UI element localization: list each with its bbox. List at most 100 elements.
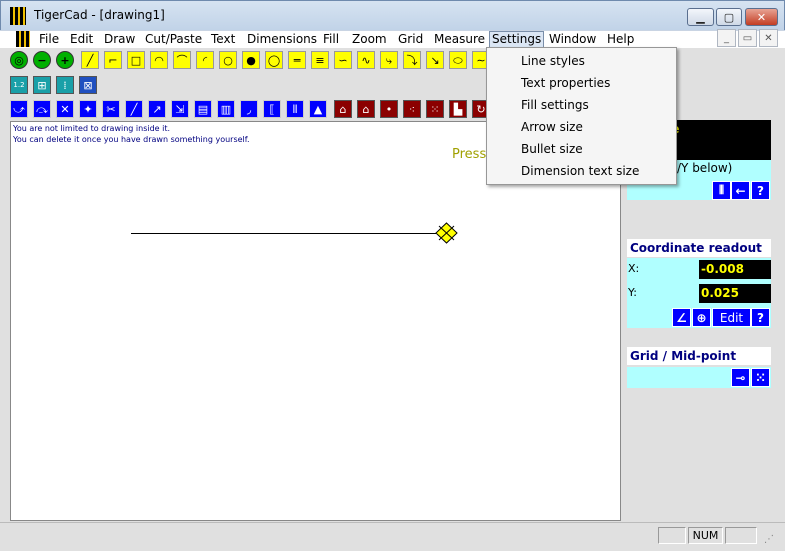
- curve5-tool[interactable]: ↘: [426, 51, 444, 69]
- curve-edit2-tool[interactable]: ⤼: [33, 100, 51, 118]
- tool-hint-text: /Y below): [677, 161, 733, 175]
- menu-draw[interactable]: Draw: [102, 31, 137, 47]
- menu-grid[interactable]: Grid: [396, 31, 425, 47]
- curve-tool[interactable]: ∽: [334, 51, 352, 69]
- columns-tool[interactable]: ⦀: [286, 100, 304, 118]
- grid-snap-tool[interactable]: ⊞: [33, 76, 51, 94]
- move-tool[interactable]: ⇲: [171, 100, 189, 118]
- arrow-edit-tool[interactable]: ↗: [148, 100, 166, 118]
- window-title: TigerCad - [drawing1]: [34, 8, 165, 22]
- edit-label: Edit: [719, 310, 744, 325]
- document-menu-icon[interactable]: [16, 31, 30, 47]
- bulb-tool[interactable]: ✦: [79, 100, 97, 118]
- curve2-tool[interactable]: ∿: [357, 51, 375, 69]
- menu-text[interactable]: Text: [209, 31, 237, 47]
- mdi-minimize-button[interactable]: _: [717, 29, 736, 47]
- tool-columns-button[interactable]: ⦀: [712, 181, 731, 200]
- status-scroll: [725, 527, 757, 544]
- dot-tool[interactable]: •: [380, 100, 398, 118]
- settings-dropdown: Line styles Text properties Fill setting…: [486, 47, 677, 185]
- menu-text-properties[interactable]: Text properties: [521, 73, 610, 93]
- scale-tool[interactable]: 1.2: [10, 76, 28, 94]
- arc2-tool[interactable]: ⌒: [173, 51, 191, 69]
- house-tool[interactable]: ⌂: [334, 100, 352, 118]
- delete-tool[interactable]: ✕: [56, 100, 74, 118]
- menu-fill-settings[interactable]: Fill settings: [521, 95, 589, 115]
- minimize-icon: ▁: [696, 10, 705, 24]
- status-caps: [658, 527, 686, 544]
- maximize-icon: ▢: [723, 10, 735, 24]
- tool-help-button[interactable]: ?: [751, 181, 770, 200]
- mdi-restore-button[interactable]: ▭: [738, 29, 757, 47]
- tool-back-button[interactable]: ←: [731, 181, 750, 200]
- menu-measure[interactable]: Measure: [432, 31, 487, 47]
- arc3-tool[interactable]: ◜: [196, 51, 214, 69]
- maximize-button[interactable]: ▢: [716, 8, 742, 26]
- midpoint-button[interactable]: ⊸: [731, 368, 750, 387]
- rectangle-tool[interactable]: □: [127, 51, 145, 69]
- grid-erase-tool[interactable]: ⊠: [79, 76, 97, 94]
- menu-window[interactable]: Window: [547, 31, 598, 47]
- minimize-button[interactable]: ▁: [687, 8, 714, 26]
- line-edit-tool[interactable]: ╱: [125, 100, 143, 118]
- canvas-hint-1: You are not limited to drawing inside it…: [13, 124, 171, 133]
- ellipse-tool[interactable]: ⬭: [449, 51, 467, 69]
- shape-tool[interactable]: ▙: [449, 100, 467, 118]
- coord-angle-button[interactable]: ∠: [672, 308, 691, 327]
- dots2-tool[interactable]: ⁙: [426, 100, 444, 118]
- bracket-tool[interactable]: ⟦: [263, 100, 281, 118]
- hatch2-tool[interactable]: ▥: [217, 100, 235, 118]
- coordinate-readout-title: Coordinate readout: [627, 239, 771, 257]
- resize-grip-icon[interactable]: ⋰: [764, 534, 780, 548]
- menu-line-styles[interactable]: Line styles: [521, 51, 585, 71]
- y-label: Y:: [628, 286, 637, 299]
- menu-dimension-text-size[interactable]: Dimension text size: [521, 161, 639, 181]
- press-prompt-text: Press: [452, 147, 487, 162]
- circle-tool[interactable]: ○: [219, 51, 237, 69]
- grid-dots-tool[interactable]: ⁞: [56, 76, 74, 94]
- circle2-tool[interactable]: ●: [242, 51, 260, 69]
- menu-edit[interactable]: Edit: [68, 31, 95, 47]
- x-value: -0.008: [699, 260, 771, 279]
- curve4-tool[interactable]: ⤵: [403, 51, 421, 69]
- arc-tool[interactable]: ◠: [150, 51, 168, 69]
- coord-edit-button[interactable]: Edit: [712, 308, 751, 327]
- status-num: NUM: [688, 527, 723, 544]
- hline2-tool[interactable]: ≡: [311, 51, 329, 69]
- restore-icon: ▭: [742, 32, 753, 44]
- menu-fill[interactable]: Fill: [321, 31, 341, 47]
- menu-file[interactable]: File: [37, 31, 61, 47]
- curve-edit-tool[interactable]: ⤻: [10, 100, 28, 118]
- fillet-tool[interactable]: ◞: [240, 100, 258, 118]
- zoom-out-tool[interactable]: −: [33, 51, 51, 69]
- menu-cut-paste[interactable]: Cut/Paste: [143, 31, 204, 47]
- coord-help-button[interactable]: ?: [751, 308, 770, 327]
- zoom-fit-tool[interactable]: ◎: [10, 51, 28, 69]
- menu-bullet-size[interactable]: Bullet size: [521, 139, 583, 159]
- grid-button[interactable]: ⁙: [751, 368, 770, 387]
- node-marker-icon[interactable]: [435, 222, 458, 244]
- house2-tool[interactable]: ⌂: [357, 100, 375, 118]
- zoom-in-tool[interactable]: +: [56, 51, 74, 69]
- menu-help[interactable]: Help: [605, 31, 636, 47]
- close-window-button[interactable]: ✕: [745, 8, 778, 26]
- y-value: 0.025: [699, 284, 771, 303]
- coord-snap-button[interactable]: ⊕: [692, 308, 711, 327]
- cut-tool[interactable]: ✂: [102, 100, 120, 118]
- menu-dimensions[interactable]: Dimensions: [245, 31, 319, 47]
- shapes-tool[interactable]: ▲: [309, 100, 327, 118]
- circle3-tool[interactable]: ◯: [265, 51, 283, 69]
- hatch-tool[interactable]: ▤: [194, 100, 212, 118]
- drawn-line[interactable]: [131, 233, 436, 234]
- menu-zoom[interactable]: Zoom: [350, 31, 389, 47]
- tigercad-app-icon[interactable]: [10, 7, 26, 25]
- hline-tool[interactable]: ═: [288, 51, 306, 69]
- x-label: X:: [628, 262, 640, 275]
- polyline-tool[interactable]: ⌐: [104, 51, 122, 69]
- dots-tool[interactable]: ⁖: [403, 100, 421, 118]
- menu-settings[interactable]: Settings: [489, 31, 545, 48]
- curve3-tool[interactable]: ⤷: [380, 51, 398, 69]
- line-tool[interactable]: ╱: [81, 51, 99, 69]
- mdi-close-button[interactable]: ✕: [759, 29, 778, 47]
- menu-arrow-size[interactable]: Arrow size: [521, 117, 583, 137]
